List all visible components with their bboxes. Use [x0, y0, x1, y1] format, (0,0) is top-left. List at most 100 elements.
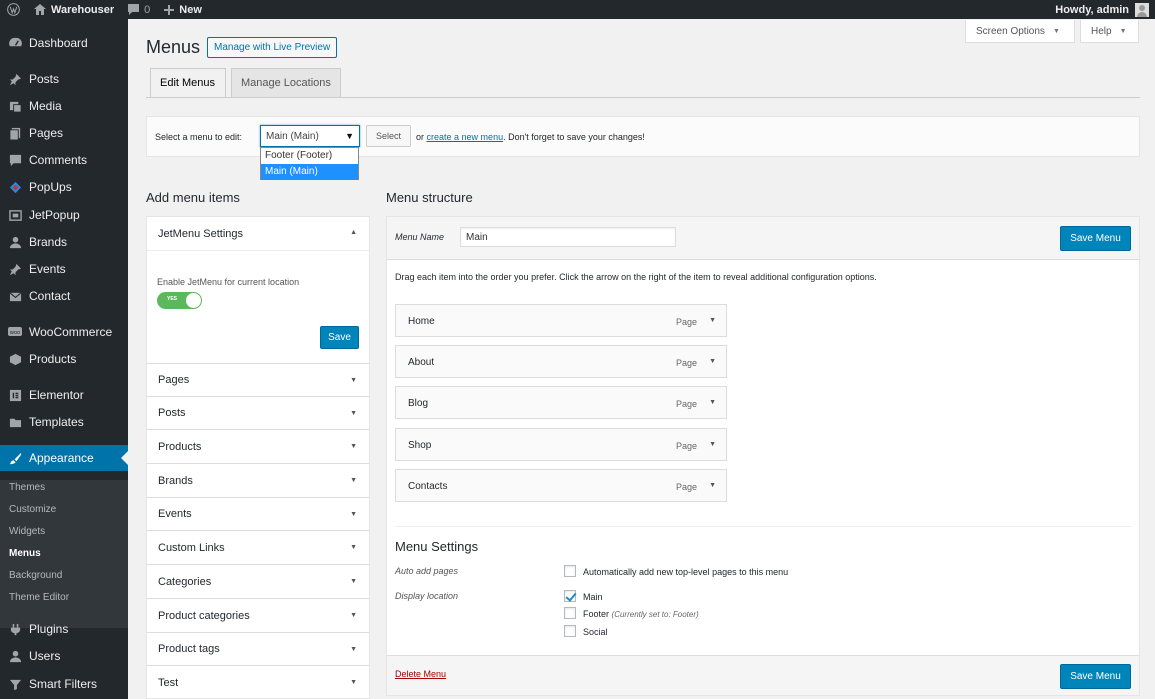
location-footer-note: (Currently set to: Footer) [611, 610, 699, 619]
menu-select[interactable]: Main (Main) ▼ [260, 125, 360, 147]
sidebar-item-label: Contact [29, 289, 71, 303]
create-new-menu-link[interactable]: create a new menu [427, 132, 504, 142]
caret-up-icon[interactable]: ▲ [350, 229, 357, 236]
menu-item-title: Blog [408, 398, 429, 409]
tab-manage-locations[interactable]: Manage Locations [231, 68, 341, 98]
create-menu-text: or create a new menu. Don't forget to sa… [416, 132, 645, 142]
jetmenu-enable-label: Enable JetMenu for current location [157, 277, 300, 287]
live-preview-button[interactable]: Manage with Live Preview [207, 37, 338, 58]
sidebar-item-label: Appearance [29, 451, 94, 465]
sidebar-item-appearance[interactable]: Appearance [0, 445, 128, 471]
accordion-categories[interactable]: Categories ▼ [147, 565, 369, 599]
menu-item-contacts[interactable]: Contacts Page ▼ [395, 469, 727, 502]
save-menu-button-bottom[interactable]: Save Menu [1060, 664, 1131, 689]
sidebar-item-templates[interactable]: Templates [0, 409, 128, 435]
site-name-link[interactable]: Warehouser [27, 0, 121, 19]
sidebar-item-comments[interactable]: Comments [0, 147, 128, 173]
sidebar-item-jetpopup[interactable]: JetPopup [0, 202, 128, 228]
accordion-custom-links[interactable]: Custom Links ▼ [147, 531, 369, 565]
new-label: New [179, 3, 202, 16]
wordpress-logo-button[interactable] [0, 0, 27, 19]
or-text: or [416, 132, 425, 142]
jetmenu-save-button[interactable]: Save [320, 326, 359, 349]
menu-name-input[interactable]: Main [460, 227, 676, 247]
location-social-text: Social [583, 627, 608, 637]
auto-add-label: Auto add pages [395, 566, 459, 576]
submenu-item-theme-editor[interactable]: Theme Editor [9, 591, 69, 605]
accordion-label: Pages [158, 374, 190, 386]
sidebar-item-posts[interactable]: Posts [0, 66, 128, 92]
accordion-posts[interactable]: Posts ▼ [147, 397, 369, 430]
delete-menu-link[interactable]: Delete Menu [395, 669, 446, 679]
comments-link[interactable]: 0 [121, 0, 157, 19]
dashboard-icon [8, 36, 22, 50]
caret-down-icon: ▼ [350, 409, 357, 417]
sidebar-item-plugins[interactable]: Plugins [0, 616, 128, 642]
sidebar-item-events[interactable]: Events [0, 256, 128, 282]
submenu-item-menus[interactable]: Menus [9, 547, 41, 561]
menu-settings-heading: Menu Settings [395, 539, 479, 554]
sidebar-item-elementor[interactable]: Elementor [0, 382, 128, 408]
jetmenu-enable-toggle[interactable]: YES [157, 292, 202, 309]
greeting: Howdy, admin [1055, 3, 1129, 16]
svg-text:woo: woo [10, 330, 20, 336]
menu-item-blog[interactable]: Blog Page ▼ [395, 386, 727, 419]
submenu-item-widgets[interactable]: Widgets [9, 525, 45, 539]
location-footer-checkbox[interactable] [564, 607, 576, 619]
caret-down-icon[interactable]: ▼ [709, 482, 716, 489]
accordion-products[interactable]: Products ▼ [147, 430, 369, 464]
sidebar-item-smart-filters[interactable]: Smart Filters [0, 671, 128, 697]
accordion-events[interactable]: Events ▼ [147, 498, 369, 531]
menu-footer: Delete Menu Save Menu [387, 655, 1139, 695]
submenu-item-background[interactable]: Background [9, 569, 62, 583]
sidebar-item-media[interactable]: Media [0, 93, 128, 119]
sidebar-item-dashboard[interactable]: Dashboard [0, 30, 128, 56]
menu-item-home[interactable]: Home Page ▼ [395, 304, 727, 337]
jetmenu-settings-title[interactable]: JetMenu Settings [158, 228, 243, 240]
tab-edit-menus[interactable]: Edit Menus [150, 68, 226, 98]
account-link[interactable]: Howdy, admin [1055, 2, 1155, 17]
sidebar-item-label: Posts [29, 72, 60, 86]
submenu-item-themes[interactable]: Themes [9, 481, 45, 495]
sidebar-item-pages[interactable]: Pages [0, 120, 128, 146]
menu-item-type: Page [675, 317, 697, 327]
menu-item-about[interactable]: About Page ▼ [395, 345, 727, 378]
help-button[interactable]: Help ▼ [1080, 20, 1139, 43]
caret-down-icon[interactable]: ▼ [709, 317, 716, 324]
sidebar-item-popups[interactable]: PopUps [0, 174, 128, 200]
sidebar-item-products[interactable]: Products [0, 346, 128, 372]
menu-header: Menu Name Main Save Menu [387, 217, 1139, 260]
auto-add-checkbox[interactable] [564, 565, 576, 577]
select-button[interactable]: Select [366, 125, 411, 147]
accordion-product-categories[interactable]: Product categories ▼ [147, 599, 369, 633]
dropdown-option-footer[interactable]: Footer (Footer) [261, 148, 358, 164]
sidebar-item-label: Templates [29, 415, 84, 429]
save-reminder-text: . Don't forget to save your changes! [503, 132, 645, 142]
location-main-checkbox[interactable] [564, 590, 576, 602]
location-social-checkbox[interactable] [564, 625, 576, 637]
toggle-yes-text: YES [167, 296, 178, 302]
caret-down-icon[interactable]: ▼ [709, 399, 716, 406]
sidebar-item-label: Comments [29, 153, 88, 167]
sidebar-item-brands[interactable]: Brands [0, 229, 128, 255]
sidebar-item-woocommerce[interactable]: woo WooCommerce [0, 319, 128, 345]
save-menu-button-top[interactable]: Save Menu [1060, 226, 1131, 251]
settings-divider [395, 526, 1131, 527]
menu-item-title: Contacts [408, 481, 448, 492]
sidebar-item-users[interactable]: Users [0, 643, 128, 669]
accordion-product-tags[interactable]: Product tags ▼ [147, 633, 369, 666]
screen-options-button[interactable]: Screen Options ▼ [965, 20, 1075, 43]
mail-icon [8, 289, 22, 303]
accordion-brands[interactable]: Brands ▼ [147, 464, 369, 498]
screen-options-label: Screen Options [976, 25, 1045, 37]
sidebar-item-contact[interactable]: Contact [0, 283, 128, 309]
menu-item-shop[interactable]: Shop Page ▼ [395, 428, 727, 461]
accordion-test[interactable]: Test ▼ [147, 666, 369, 699]
caret-down-icon: ▼ [350, 376, 357, 384]
submenu-item-customize[interactable]: Customize [9, 503, 56, 517]
caret-down-icon[interactable]: ▼ [709, 358, 716, 365]
accordion-pages[interactable]: Pages ▼ [147, 364, 369, 397]
caret-down-icon[interactable]: ▼ [709, 441, 716, 448]
dropdown-option-main[interactable]: Main (Main) [261, 164, 358, 180]
new-content-link[interactable]: New [157, 0, 209, 19]
